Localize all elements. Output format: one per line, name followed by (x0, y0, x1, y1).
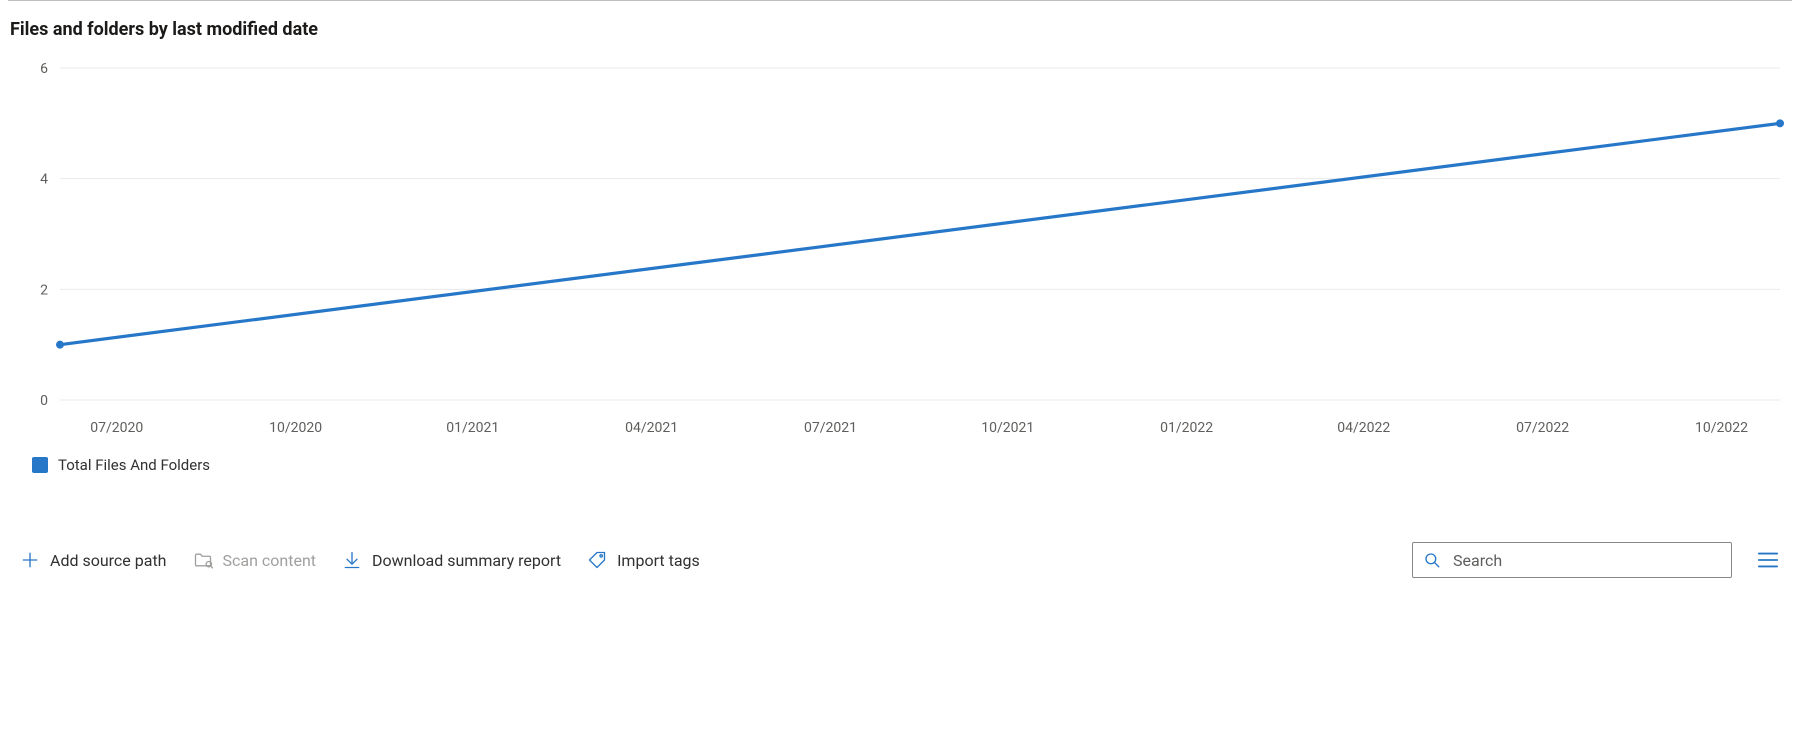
x-tick-label: 07/2021 (804, 420, 857, 436)
tag-icon (587, 550, 607, 570)
section-title: Files and folders by last modified date (10, 19, 1800, 40)
x-tick-label: 01/2021 (446, 420, 499, 436)
folder-search-icon (193, 550, 213, 570)
toolbar: Add source path Scan content Download su… (0, 532, 1800, 586)
scan-content-button[interactable]: Scan content (191, 546, 319, 574)
x-tick-label: 01/2022 (1160, 420, 1213, 436)
download-icon (342, 550, 362, 570)
more-options-button[interactable] (1754, 546, 1782, 574)
download-summary-report-button[interactable]: Download summary report (340, 546, 563, 574)
x-tick-label: 10/2021 (981, 420, 1034, 436)
y-tick-label: 2 (40, 282, 48, 298)
x-tick-label: 10/2020 (269, 420, 322, 436)
x-tick-label: 10/2022 (1695, 420, 1748, 436)
y-tick-label: 4 (40, 172, 48, 188)
import-tags-button[interactable]: Import tags (585, 546, 702, 574)
search-box[interactable] (1412, 542, 1732, 578)
y-tick-label: 0 (40, 393, 48, 409)
add-source-path-button[interactable]: Add source path (18, 546, 169, 574)
x-tick-label: 07/2020 (90, 420, 143, 436)
legend-swatch-icon (32, 457, 48, 473)
scan-content-label: Scan content (223, 551, 317, 570)
legend-series-label: Total Files And Folders (58, 456, 210, 474)
series-point (56, 341, 64, 349)
y-tick-label: 6 (40, 62, 48, 77)
chart-legend: Total Files And Folders (32, 456, 1800, 474)
search-icon (1423, 551, 1441, 569)
add-source-path-label: Add source path (50, 551, 167, 570)
download-summary-report-label: Download summary report (372, 551, 561, 570)
x-tick-label: 04/2022 (1337, 420, 1390, 436)
import-tags-label: Import tags (617, 551, 700, 570)
series-point (1776, 119, 1784, 127)
series-line (60, 123, 1780, 344)
chart: 0 2 4 6 07/2020 10/2020 01/2021 04/2021 07/2021 1… (10, 62, 1790, 442)
x-tick-label: 07/2022 (1516, 420, 1569, 436)
plus-icon (20, 550, 40, 570)
x-tick-label: 04/2021 (625, 420, 678, 436)
search-input[interactable] (1451, 550, 1721, 571)
